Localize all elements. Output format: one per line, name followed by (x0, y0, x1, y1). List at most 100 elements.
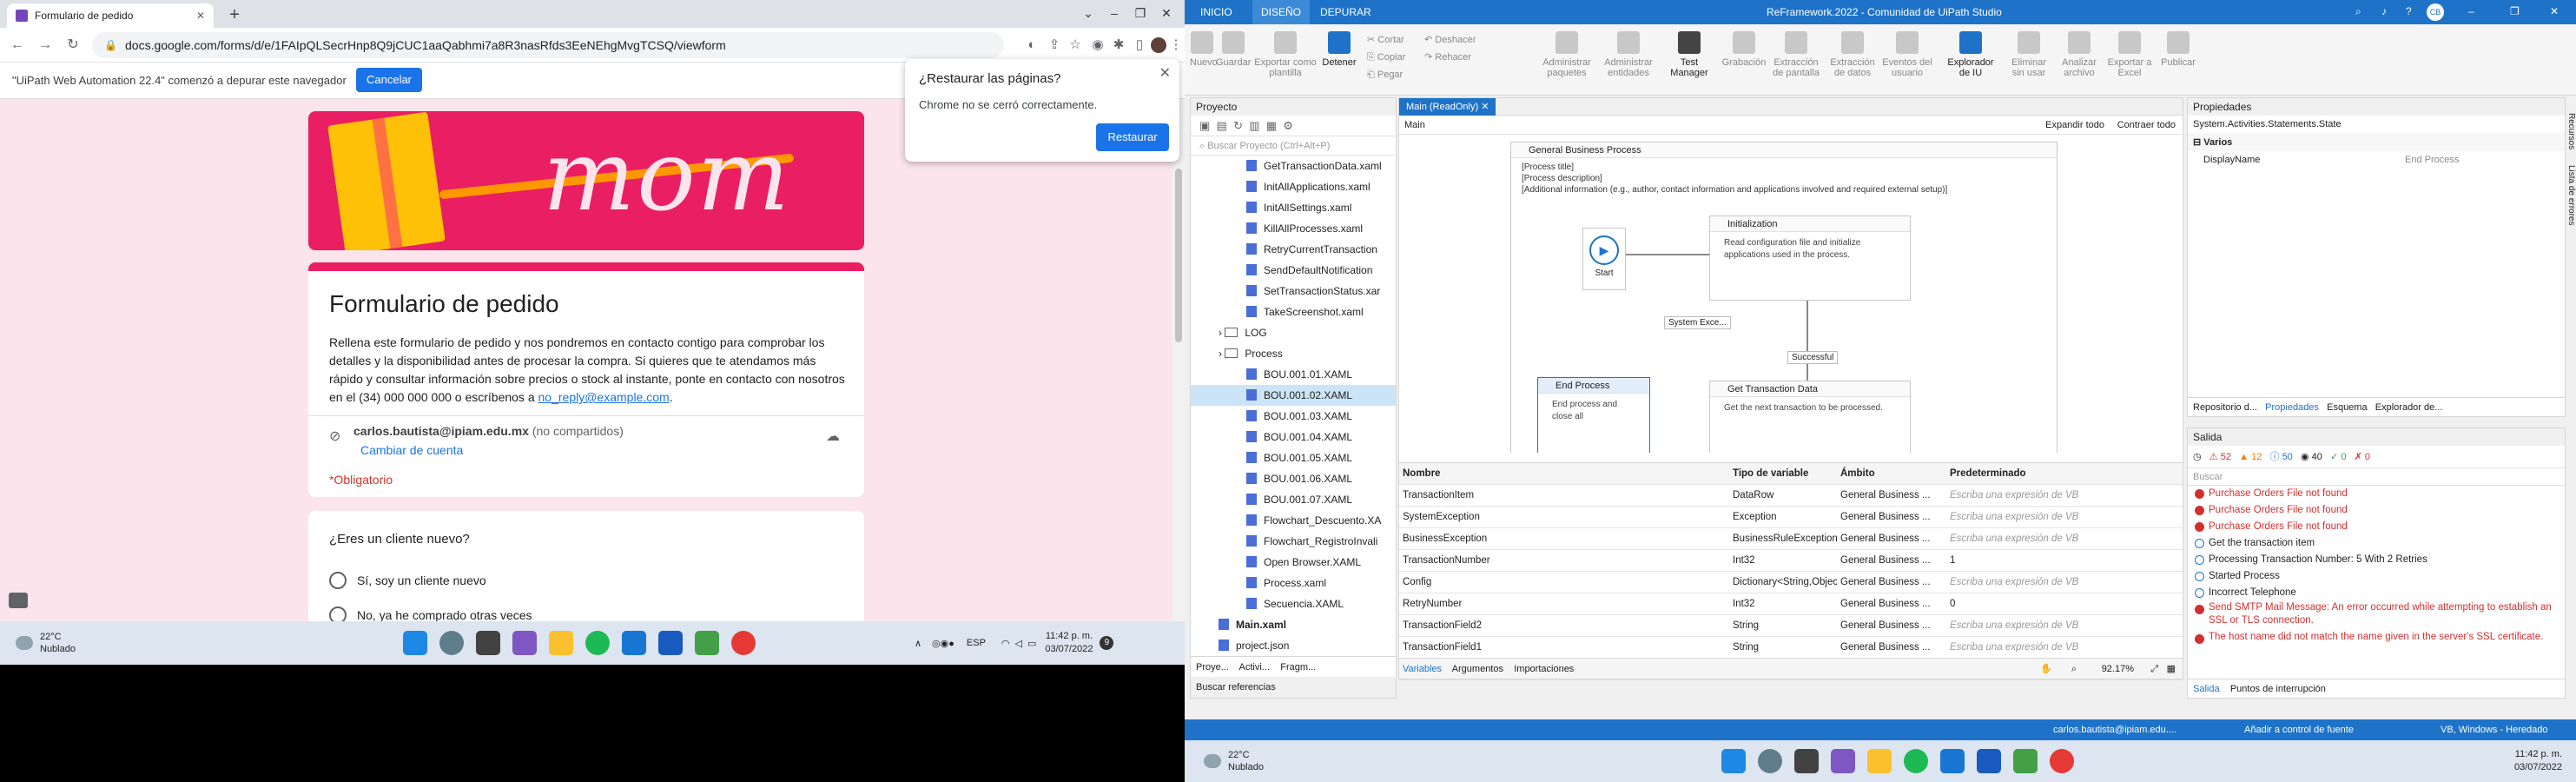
reload-button[interactable]: ↻ (63, 35, 83, 56)
tree-file[interactable]: TakeScreenshot.xaml (1191, 302, 1396, 322)
feedback-icon[interactable] (9, 593, 28, 608)
export-excel-button[interactable]: Exportar a Excel (2107, 31, 2152, 78)
ui-explorer-button[interactable]: Explorador de IU (1944, 31, 1998, 78)
minimize-button[interactable]: – (1101, 3, 1127, 23)
variable-default[interactable]: Escriba una expresión de VB (1950, 572, 2078, 593)
tree-file[interactable]: project.json (1191, 635, 1396, 656)
end-process-state[interactable]: End Process End process and close all (1537, 377, 1650, 453)
collapse-icon[interactable]: ▤ (1217, 119, 1227, 132)
share-icon[interactable]: ⇪ (1044, 35, 1065, 56)
dropdown-icon[interactable]: ⌄ (1075, 3, 1101, 23)
scrollbar-thumb[interactable] (1175, 169, 1182, 342)
task-view-icon[interactable] (475, 631, 500, 655)
new-tab-button[interactable]: + (224, 5, 245, 26)
fit-screen-icon[interactable]: ⤢ (2150, 659, 2158, 679)
properties-section[interactable]: ⊟ Varios (2188, 133, 2565, 151)
tab-variables[interactable]: Variables (1403, 664, 1442, 674)
variable-row[interactable]: TransactionField1 String General Business … (1399, 637, 2183, 659)
output-error-line[interactable]: The host name did not match the name giv… (2188, 631, 2565, 660)
chat-icon[interactable] (1830, 749, 1855, 773)
tab-diseno[interactable]: DISEÑO (1252, 0, 1311, 24)
tree-file[interactable]: Open Browser.XAML (1191, 552, 1396, 573)
paste-button[interactable]: ⎗ Pegar (1367, 66, 1405, 83)
tab-depurar[interactable]: DEPURAR (1311, 0, 1380, 24)
new-button[interactable]: Nuevo (1190, 31, 1218, 68)
refresh-icon[interactable]: ↻ (1233, 119, 1243, 132)
tab-formulario[interactable]: Formulario de pedido ✕ (7, 3, 214, 28)
output-info-line[interactable]: Processing Transaction Number: 5 With 2 … (2188, 552, 2565, 568)
file-explorer-icon[interactable] (1866, 749, 1892, 773)
clock[interactable]: 11:42 p. m. 03/07/2022 (2514, 748, 2562, 774)
spotify-icon[interactable] (1903, 749, 1928, 773)
variable-default[interactable]: Escriba una expresión de VB (1950, 637, 2078, 658)
switch-account-link[interactable]: Cambiar de cuenta (360, 443, 463, 457)
tab-fragmentos[interactable]: Fragm... (1280, 662, 1316, 673)
manage-entities-button[interactable]: Administrar entidades (1600, 31, 1657, 78)
settings-icon[interactable]: ⚙ (1283, 119, 1293, 132)
variable-row[interactable]: Config Dictionary<String,Object> General B… (1399, 572, 2183, 593)
close-window-button[interactable]: ✕ (1153, 3, 1179, 23)
chevron-icon[interactable]: › (1219, 327, 1225, 339)
uipath-studio-icon[interactable] (621, 631, 646, 655)
tray-apps-icon[interactable]: ◎◉● (932, 638, 954, 649)
volume-icon[interactable]: ◁ (1015, 638, 1022, 649)
wifi-icon[interactable]: ◠ (1001, 638, 1010, 649)
cancel-debug-button[interactable]: Cancelar (356, 68, 422, 92)
state-machine-container[interactable]: General Business Process [Process title]… (1510, 142, 2057, 453)
uipath-assistant-icon[interactable] (694, 631, 719, 655)
search-icon[interactable]: ⌕ (2355, 5, 2361, 18)
start-icon[interactable] (1721, 749, 1746, 773)
expand-all-link[interactable]: Expandir todo (2045, 116, 2104, 135)
system-exception-transition[interactable]: System Exce... (1664, 316, 1731, 329)
data-scraping-button[interactable]: Extracción de datos (1827, 31, 1878, 78)
recording-button[interactable]: Grabación (1721, 31, 1767, 68)
output-info-line[interactable]: Get the transaction item (2188, 535, 2565, 552)
side-panel-icon[interactable]: ▯ (1129, 35, 1150, 56)
variable-row[interactable]: BusinessException BusinessRuleException Ge… (1399, 528, 2183, 550)
output-error-line[interactable]: Purchase Orders File not found (2188, 502, 2565, 519)
tab-explorador[interactable]: Explorador de... (2375, 402, 2443, 413)
fatal-filter[interactable]: ✗ 0 (2355, 452, 2370, 462)
word-icon[interactable] (1976, 749, 2001, 773)
screen-scraping-button[interactable]: Extracción de pantalla (1768, 31, 1824, 78)
zoom-icon[interactable]: ⌕ (2071, 659, 2077, 679)
variable-default[interactable]: Escriba una expresión de VB (1950, 528, 2078, 549)
close-icon[interactable]: ✕ (1159, 64, 1171, 82)
google-lens-icon[interactable]: ◐ (1021, 35, 1042, 56)
test-manager-button[interactable]: Test Manager (1664, 31, 1714, 78)
tree-file[interactable]: BOU.001.05.XAML (1191, 447, 1396, 468)
expand-icon[interactable]: ▣ (1199, 119, 1210, 132)
overview-icon[interactable]: ▦ (2167, 659, 2176, 679)
stop-button[interactable]: Detener (1320, 31, 1358, 68)
chrome-icon[interactable] (730, 631, 756, 655)
save-button[interactable]: Guardar (1216, 31, 1251, 68)
email-link[interactable]: no_reply@example.com (538, 390, 670, 404)
manage-packages-button[interactable]: Administrar paquetes (1539, 31, 1595, 78)
publish-button[interactable]: Publicar (2157, 31, 2199, 68)
project-search[interactable]: ⌕ Buscar Proyecto (Ctrl+Alt+P) (1191, 136, 1396, 156)
tree-file[interactable]: InitAllApplications.xaml (1191, 176, 1396, 197)
error-filter[interactable]: ⚠ 52 (2209, 452, 2231, 462)
cut-button[interactable]: ✂ Cortar (1367, 31, 1405, 49)
tab-breakpoints[interactable]: Puntos de interrupción (2230, 684, 2326, 694)
undo-button[interactable]: ↶ Deshacer (1424, 31, 1476, 49)
variable-row[interactable]: TransactionNumber Int32 General Business .… (1399, 550, 2183, 572)
output-error-line[interactable]: Purchase Orders File not found (2188, 486, 2565, 502)
tab-propiedades[interactable]: Propiedades (2265, 402, 2319, 413)
uipath-studio-icon[interactable] (1939, 749, 1965, 773)
tree-file[interactable]: KillAllProcesses.xaml (1191, 218, 1396, 239)
close-window-button[interactable]: ✕ (2550, 5, 2559, 17)
forward-button[interactable]: → (35, 35, 56, 56)
analyze-file-button[interactable]: Analizar archivo (2057, 31, 2102, 78)
export-template-button[interactable]: Exportar como plantilla (1254, 31, 1317, 78)
copy-button[interactable]: ⎘ Copiar (1367, 49, 1405, 66)
user-avatar[interactable]: CB (2427, 3, 2444, 21)
output-error-line[interactable]: Purchase Orders File not found (2188, 519, 2565, 535)
tab-argumentos[interactable]: Argumentos (1452, 664, 1503, 674)
output-info-line[interactable]: Started Process (2188, 568, 2565, 585)
search-icon[interactable] (1757, 749, 1782, 773)
status-user[interactable]: carlos.bautista@ipiam.edu.... (2053, 719, 2176, 740)
tree-folder[interactable]: › Process (1191, 343, 1396, 364)
tree-file[interactable]: RetryCurrentTransaction (1191, 239, 1396, 260)
start-icon[interactable] (402, 631, 427, 655)
